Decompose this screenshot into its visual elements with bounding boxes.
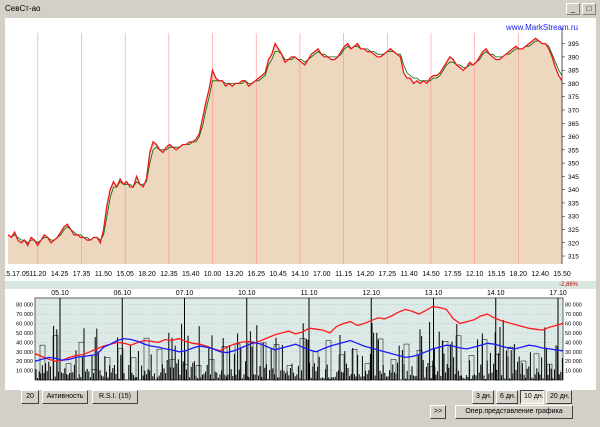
x-tick-label: 18.20 [510,271,528,278]
forward-button[interactable]: >> [430,405,446,419]
x-tick-label: 12.10 [466,271,484,278]
x-tick-label: 14.50 [422,271,440,278]
volume-y-tick-right: 50 000 [565,331,582,337]
title-bar: СевСт-ао _ □ [0,0,600,18]
y-tick-label: 325 [568,227,579,234]
y-tick-label: 350 [568,161,579,168]
volume-y-tick-right: 30 000 [565,350,582,356]
minimize-button[interactable]: _ [566,3,580,15]
x-tick-label: 18.20 [138,271,156,278]
volume-y-tick-left: 60 000 [16,322,33,328]
chart-svg[interactable]: 15.17.05 11.20 14.25 17.35 11.50 15.05 18.20 12… [5,18,596,390]
x-tick-label: 15.05 [116,271,134,278]
x-tick-label: 11.15 [335,271,352,278]
volume-y-tick-right: 20 000 [565,359,582,365]
x-tick-label: 14.25 [51,271,69,278]
x-tick-label: 15.40 [182,271,200,278]
volume-date-label: 07.10 [176,290,194,297]
x-tick-label: 10.45 [269,271,287,278]
x-tick-label: 15.50 [553,271,571,278]
days-3-button[interactable]: 3 дн. [472,390,494,404]
rsi-button[interactable]: R.S.I. (15) [92,390,138,404]
panel-separator-band [5,281,596,289]
x-tick-label: 17.55 [444,271,462,278]
volume-date-label: 10.10 [238,290,256,297]
x-tick-label: 11.20 [29,271,46,278]
volume-y-tick-left: 80 000 [16,303,33,309]
y-tick-label: 385 [568,68,579,75]
y-tick-label: 315 [568,254,579,261]
volume-y-tick-right: 10 000 [565,369,582,375]
y-tick-label: 330 [568,214,579,221]
maximize-button[interactable]: □ [582,3,596,15]
volume-date-label: 06.10 [113,290,131,297]
y-tick-label: 345 [568,174,579,181]
y-tick-label: 370 [568,108,579,115]
x-tick-label: 16.25 [247,271,265,278]
volume-y-tick-right: 60 000 [565,322,582,328]
volume-y-tick-left: 10 000 [16,369,33,375]
days-6-button[interactable]: 6 дн. [496,390,518,404]
period-field[interactable]: 20 [21,390,39,404]
volume-date-label: 17.10 [549,290,567,297]
activity-button[interactable]: Активность [42,390,88,404]
x-tick-label: 11.40 [401,271,418,278]
volume-date-label: 12.10 [362,290,380,297]
volume-y-tick-right: 40 000 [565,340,582,346]
x-tick-label: 10.00 [204,271,222,278]
y-tick-label: 320 [568,240,579,247]
change-label: -2,86% [559,282,579,288]
volume-date-label: 13.10 [425,290,443,297]
oper-view-button[interactable]: Опер.представление графика [455,405,573,419]
y-tick-label: 395 [568,41,579,48]
volume-y-tick-right: 70 000 [565,312,582,318]
volume-date-label: 11.10 [301,290,318,297]
x-tick-label: 14.20 [357,271,375,278]
y-tick-label: 390 [568,54,579,61]
window-title: СевСт-ао [5,4,41,13]
volume-date-label: 05.10 [51,290,69,297]
x-tick-label: 14.10 [291,271,309,278]
chart-area: 15.17.05 11.20 14.25 17.35 11.50 15.05 18.20 12… [5,18,596,390]
volume-date-label: 14.10 [487,290,505,297]
y-tick-label: 360 [568,134,579,141]
x-tick-label: 17.35 [73,271,91,278]
volume-y-tick-left: 40 000 [16,340,33,346]
y-tick-label: 375 [568,94,579,101]
y-tick-label: 365 [568,121,579,128]
x-tick-label: 12.40 [531,271,549,278]
volume-y-tick-left: 20 000 [16,359,33,365]
volume-y-tick-left: 70 000 [16,312,33,318]
window-controls: _ □ [566,3,596,15]
y-tick-label: 355 [568,147,579,154]
rsi-period: (15) [118,393,131,400]
x-tick-label: 15.15 [488,271,506,278]
days-20-button[interactable]: 20 дн. [546,390,572,404]
rsi-label: R.S.I. [99,393,117,400]
x-tick-label: 17.25 [379,271,397,278]
x-tick-label: 11.50 [95,271,112,278]
days-10-button[interactable]: 10 дн. [520,390,544,404]
volume-y-tick-left: 30 000 [16,350,33,356]
x-tick-label: 17.00 [313,271,331,278]
volume-y-tick-left: 50 000 [16,331,33,337]
y-tick-label: 340 [568,187,579,194]
volume-y-tick-right: 80 000 [565,303,582,309]
x-tick-label: 12.35 [160,271,178,278]
x-tick-label: 13.20 [226,271,244,278]
x-tick-label: 15.17.05 [5,271,30,278]
watermark-text: www.MarkStream.ru [505,23,578,32]
y-tick-label: 380 [568,81,579,88]
y-tick-label: 335 [568,200,579,207]
